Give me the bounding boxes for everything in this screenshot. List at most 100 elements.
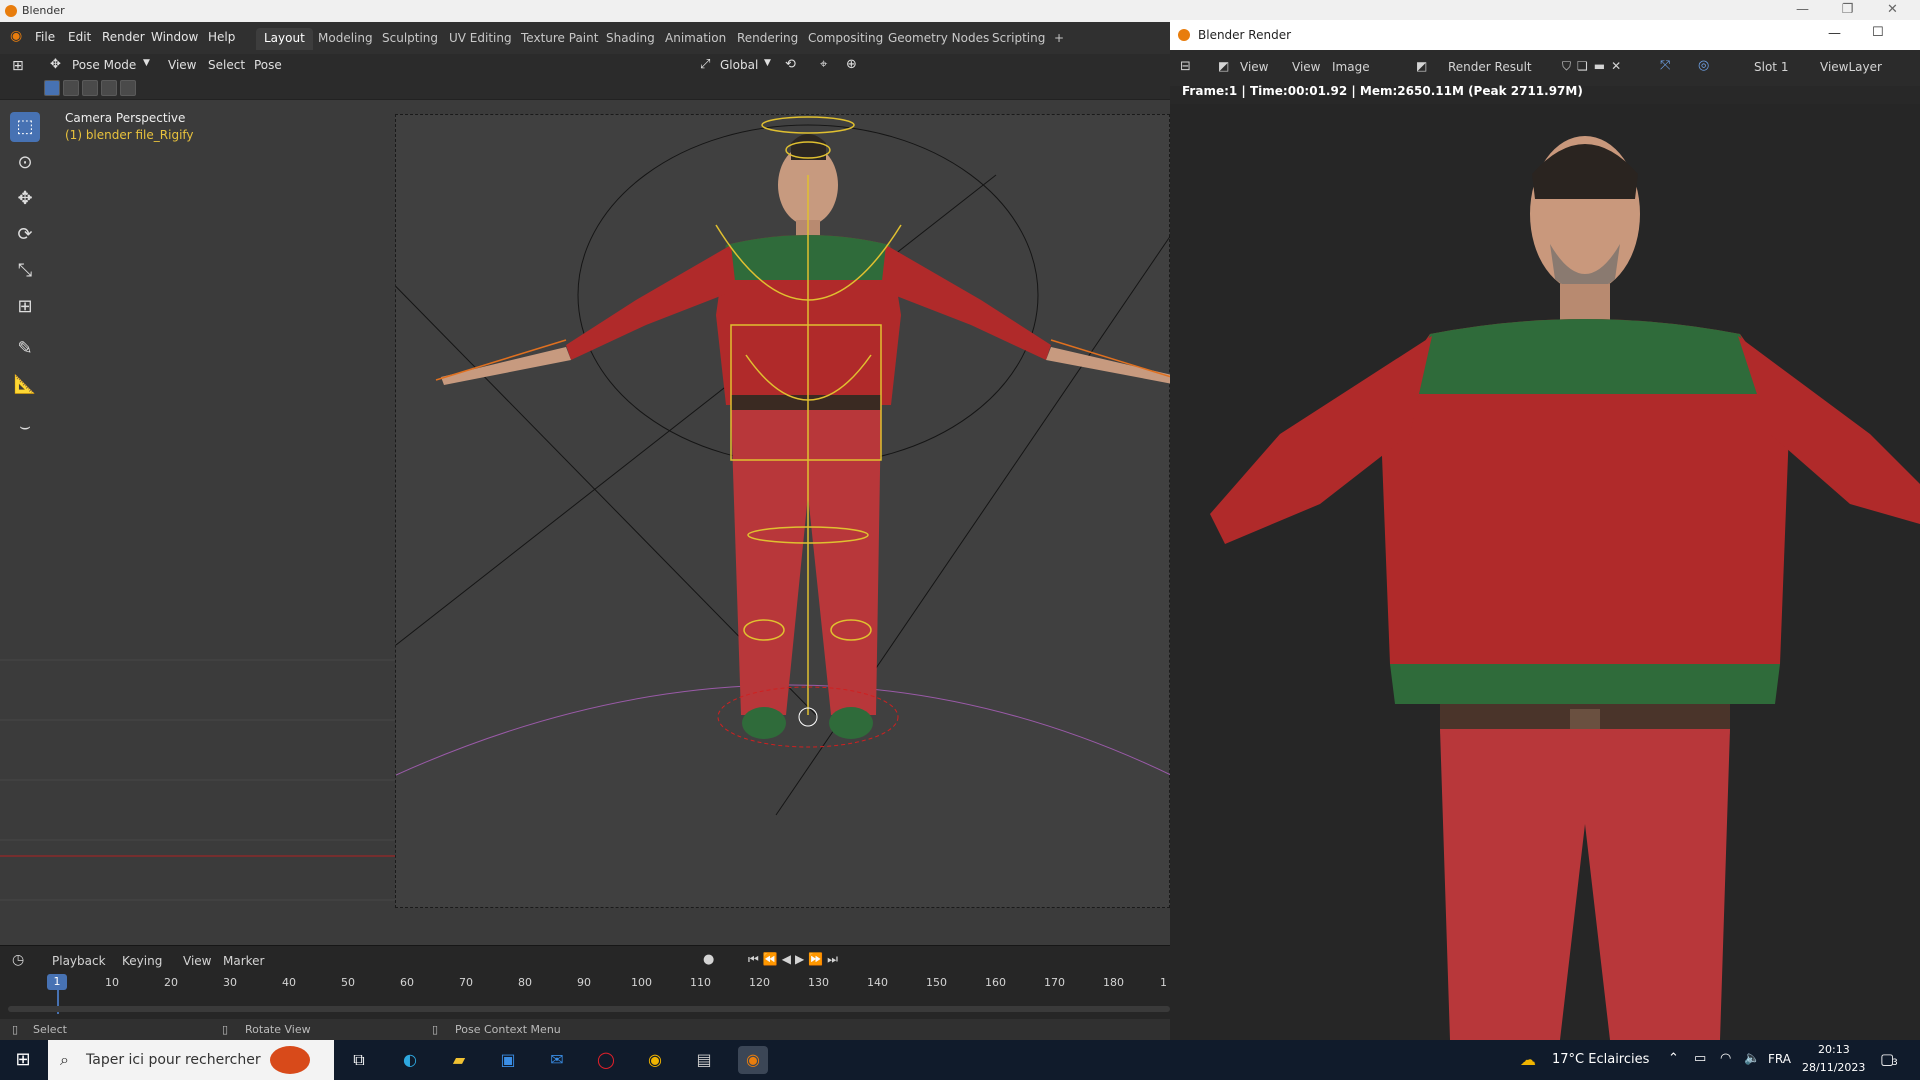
menu-window[interactable]: Window <box>151 30 198 44</box>
menu-keying[interactable]: Keying <box>122 954 162 968</box>
tab-geometry-nodes[interactable]: Geometry Nodes <box>880 28 997 50</box>
clock-time[interactable]: 20:13 <box>1818 1043 1850 1056</box>
select-invert-icon[interactable] <box>101 80 117 96</box>
edge-icon[interactable]: ◐ <box>395 1046 425 1074</box>
menu-playback[interactable]: Playback <box>52 954 106 968</box>
tab-uv-editing[interactable]: UV Editing <box>441 28 520 50</box>
network-icon[interactable]: ◠ <box>1720 1051 1731 1066</box>
search-highlight-icon <box>270 1046 310 1074</box>
frame-ruler[interactable]: 1 10 20 30 40 50 60 70 80 90 100 110 120… <box>0 974 1170 992</box>
volume-icon[interactable]: 🔈 <box>1744 1051 1760 1066</box>
menu-file[interactable]: File <box>35 30 55 44</box>
frame-tick: 110 <box>690 976 711 989</box>
select-intersect-icon[interactable] <box>120 80 136 96</box>
scale-tool-icon[interactable]: ⤡ <box>10 256 40 286</box>
maximize-icon[interactable]: ☐ <box>1872 25 1884 40</box>
measure-tool-icon[interactable]: 📐 <box>10 370 40 400</box>
minimize-icon[interactable]: — <box>1828 26 1841 41</box>
view-mode-icon[interactable]: ◩ <box>1218 59 1229 73</box>
menu-help[interactable]: Help <box>208 30 235 44</box>
task-view-icon[interactable]: ⧉ <box>344 1046 374 1074</box>
cursor-tool-icon[interactable]: ⊙ <box>10 148 40 178</box>
menu-view[interactable]: View <box>168 58 196 72</box>
tab-texture-paint[interactable]: Texture Paint <box>513 28 606 50</box>
menu-pose[interactable]: Pose <box>254 58 282 72</box>
language-indicator[interactable]: FRA <box>1768 1052 1791 1066</box>
move-tool-icon[interactable]: ✥ <box>10 184 40 214</box>
frame-tick: 150 <box>926 976 947 989</box>
windows-start-icon[interactable]: ⊞ <box>8 1046 38 1074</box>
current-frame-indicator[interactable]: 1 <box>47 974 67 990</box>
tab-layout[interactable]: Layout <box>256 28 313 50</box>
weather-text[interactable]: 17°C Eclaircies <box>1552 1052 1649 1067</box>
store-icon[interactable]: ▣ <box>493 1046 523 1074</box>
tab-compositing[interactable]: Compositing <box>800 28 891 50</box>
select-new-icon[interactable] <box>44 80 60 96</box>
mode-dropdown[interactable]: Pose Mode <box>72 58 136 72</box>
clock-date[interactable]: 28/11/2023 <box>1802 1061 1865 1074</box>
tab-modeling[interactable]: Modeling <box>310 28 381 50</box>
timeline-editor: ◷ Playback Keying View Marker ● ⏮⏪◀▶⏩⏭ 1… <box>0 945 1170 1027</box>
rendered-character <box>1170 104 1920 1040</box>
pivot-icon[interactable]: ⟲ <box>785 57 796 72</box>
search-box[interactable]: ⌕ Taper ici pour rechercher <box>48 1040 334 1080</box>
menu-timeline-view[interactable]: View <box>183 954 211 968</box>
frame-tick: 90 <box>577 976 591 989</box>
add-workspace-button[interactable]: + <box>1046 28 1072 50</box>
relax-tool-icon[interactable]: ⌣ <box>10 412 40 442</box>
maximize-icon[interactable]: ❐ <box>1825 0 1870 22</box>
transform-tool-icon[interactable]: ⊞ <box>10 292 40 322</box>
blender-logo-icon <box>5 5 17 17</box>
select-extend-icon[interactable] <box>63 80 79 96</box>
tab-animation[interactable]: Animation <box>657 28 734 50</box>
tab-scripting[interactable]: Scripting <box>984 28 1053 50</box>
view-mode-dropdown[interactable]: View <box>1240 60 1268 74</box>
menu-render[interactable]: Render <box>102 30 145 44</box>
blender-taskbar-icon[interactable]: ◉ <box>738 1046 768 1074</box>
battery-icon[interactable]: ▭ <box>1694 1051 1706 1066</box>
3d-viewport[interactable]: Camera Perspective (1) blender file_Rigi… <box>0 100 1170 945</box>
clock-icon[interactable]: ◷ <box>12 952 24 968</box>
select-box-tool-icon[interactable]: ⬚ <box>10 112 40 142</box>
chrome-icon[interactable]: ◉ <box>640 1046 670 1074</box>
orientation-dropdown[interactable]: Global <box>720 58 758 72</box>
image-actions-icon[interactable]: ⛉❏▬✕ <box>1562 59 1627 74</box>
rig-figure <box>295 116 1170 866</box>
proportional-edit-icon[interactable]: ⊕ <box>846 57 857 72</box>
menu-image[interactable]: Image <box>1332 60 1370 74</box>
timeline-scrollbar[interactable] <box>8 1006 1170 1012</box>
app-window-icon[interactable]: ▤ <box>689 1046 719 1074</box>
frame-tick: 80 <box>518 976 532 989</box>
status-select: Select <box>33 1023 67 1036</box>
editor-type-icon[interactable]: ⊟ <box>1180 59 1191 74</box>
image-browse-field[interactable]: Render Result <box>1448 60 1532 74</box>
slot-dropdown[interactable]: Slot 1 <box>1754 60 1788 74</box>
minimize-icon[interactable]: — <box>1780 0 1825 22</box>
menu-edit[interactable]: Edit <box>68 30 91 44</box>
tab-sculpting[interactable]: Sculpting <box>374 28 446 50</box>
select-subtract-icon[interactable] <box>82 80 98 96</box>
menu-marker[interactable]: Marker <box>223 954 264 968</box>
opera-icon[interactable]: ◯ <box>591 1046 621 1074</box>
annotate-tool-icon[interactable]: ✎ <box>10 334 40 364</box>
view-layer-dropdown[interactable]: ViewLayer <box>1820 60 1882 74</box>
gizmo-icon[interactable]: ⤧ <box>1660 58 1670 73</box>
overlay-icon[interactable]: ◎ <box>1698 58 1709 73</box>
tab-rendering[interactable]: Rendering <box>729 28 806 50</box>
tab-shading[interactable]: Shading <box>598 28 663 50</box>
blender-menu-icon[interactable]: ◉ <box>10 28 22 44</box>
rotate-tool-icon[interactable]: ⟳ <box>10 220 40 250</box>
menu-select[interactable]: Select <box>208 58 245 72</box>
render-result-image[interactable] <box>1170 104 1920 1040</box>
editor-type-icon[interactable]: ⊞ <box>12 58 24 74</box>
chevron-up-icon[interactable]: ⌃ <box>1668 1051 1679 1066</box>
playback-controls-icon[interactable]: ⏮⏪◀▶⏩⏭ <box>748 952 842 967</box>
file-explorer-icon[interactable]: ▰ <box>444 1046 474 1074</box>
character-body <box>441 134 1170 739</box>
frame-tick: 40 <box>282 976 296 989</box>
record-icon[interactable]: ● <box>703 952 714 967</box>
mail-icon[interactable]: ✉ <box>542 1046 572 1074</box>
snap-icon[interactable]: ⌖ <box>820 57 827 72</box>
close-icon[interactable]: ✕ <box>1870 0 1915 22</box>
menu-view[interactable]: View <box>1292 60 1320 74</box>
